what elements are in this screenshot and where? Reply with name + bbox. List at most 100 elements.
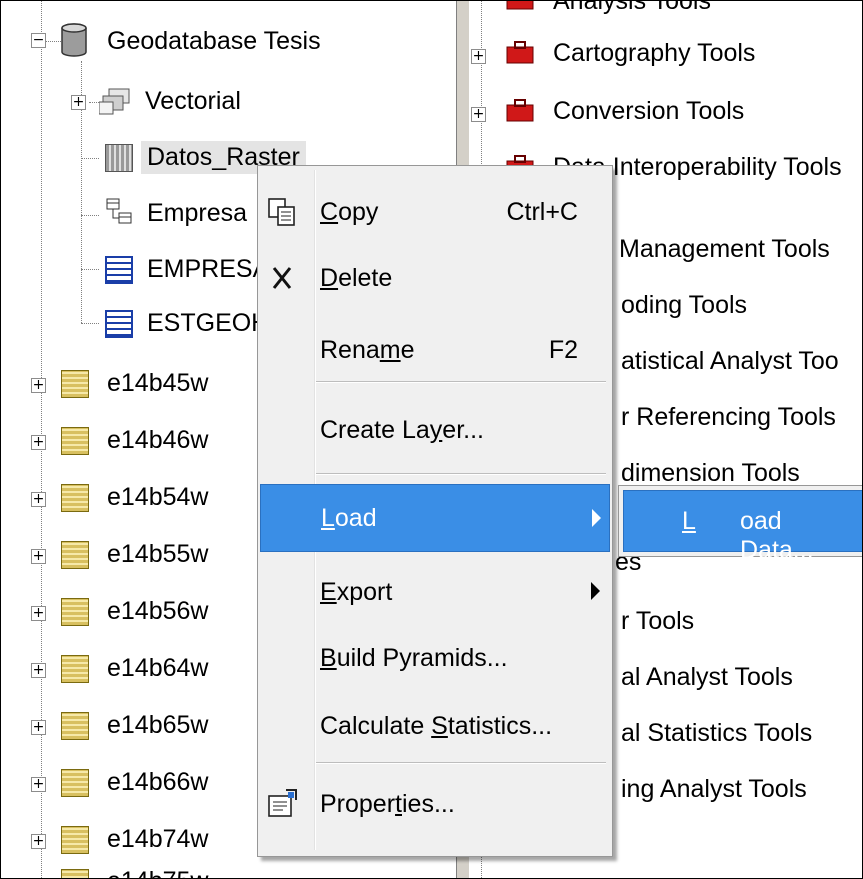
tree-item-raster[interactable]: e14b55w <box>101 532 214 576</box>
menu-item-properties[interactable]: Properties... <box>260 772 608 836</box>
properties-icon <box>268 789 297 817</box>
toolbox-item[interactable]: Analysis Tools <box>547 1 717 23</box>
toolbox-item[interactable]: oding Tools <box>615 283 753 327</box>
toolbox-icon <box>506 1 534 10</box>
toolbox-item-label: oding Tools <box>621 290 748 319</box>
tree-item-label: ESTGEOH <box>147 308 270 337</box>
menu-item-delete[interactable]: Delete <box>260 250 608 306</box>
menu-item-label: Export <box>320 577 393 606</box>
expand-toggle[interactable]: + <box>31 777 46 792</box>
toolbox-item-label: ing Analyst Tools <box>621 774 807 803</box>
toolbox-item[interactable]: atistical Analyst Too <box>615 339 845 383</box>
toolbox-item[interactable]: Conversion Tools <box>547 89 750 133</box>
tree-item-raster[interactable]: e14b45w <box>101 361 214 405</box>
menu-item-label: Rename <box>320 335 415 364</box>
raster-dataset-icon <box>61 869 89 878</box>
tree-item-estgeoh[interactable]: ESTGEOH <box>141 301 275 345</box>
menu-item-shortcut: Ctrl+C <box>506 197 578 226</box>
toolbox-icon <box>506 99 534 122</box>
table-icon <box>105 310 133 338</box>
menu-item-build-pyramids[interactable]: Build Pyramids... <box>260 630 608 686</box>
raster-dataset-icon <box>61 598 89 626</box>
toolbox-item[interactable]: Management Tools <box>613 227 836 271</box>
tree-item-raster[interactable]: e14b64w <box>101 646 214 690</box>
load-submenu: Load Data... <box>618 485 862 564</box>
toolbox-item-label: r Referencing Tools <box>621 402 836 431</box>
menu-item-export[interactable]: Export <box>260 564 608 620</box>
tree-item-label: e14b45w <box>107 368 209 397</box>
tree-item-label: Empresa <box>147 198 248 227</box>
tree-item-label: e14b66w <box>107 767 209 796</box>
menu-item-label: Create Layer... <box>320 415 484 444</box>
tree-item-raster[interactable]: e14b66w <box>101 760 214 804</box>
tree-item-raster[interactable]: e14b54w <box>101 475 214 519</box>
tree-item-label: Geodatabase Tesis <box>107 26 321 55</box>
toolbox-item[interactable]: ing Analyst Tools <box>615 767 813 811</box>
tree-item-empresa-table[interactable]: EMPRESA <box>141 247 275 291</box>
tree-guide-line <box>81 215 99 216</box>
toolbox-item[interactable]: r Referencing Tools <box>615 395 842 439</box>
menu-item-load-data[interactable]: Load Data... <box>623 490 862 564</box>
menu-item-shortcut: F2 <box>548 335 578 364</box>
tree-item-label: e14b56w <box>107 596 209 625</box>
tree-item-label: e14b55w <box>107 539 209 568</box>
tree-item-vectorial[interactable]: Vectorial <box>139 79 247 123</box>
delete-icon <box>272 267 292 289</box>
menu-item-rename[interactable]: Rename F2 <box>260 322 608 378</box>
tree-item-raster[interactable]: e14b65w <box>101 703 214 747</box>
raster-dataset-icon <box>61 655 89 683</box>
toolbox-item-label: Conversion Tools <box>553 96 745 125</box>
tree-item-raster[interactable]: e14b56w <box>101 589 214 633</box>
toolbox-item[interactable]: al Analyst Tools <box>615 655 799 699</box>
tree-item-raster[interactable]: e14b75w <box>101 859 214 879</box>
tree-guide-line <box>81 269 99 270</box>
toolbox-item[interactable]: al Statistics Tools <box>615 711 818 755</box>
raster-dataset-icon <box>61 541 89 569</box>
copy-icon <box>268 198 295 226</box>
tree-item-raster[interactable]: e14b74w <box>101 817 214 861</box>
toolbox-item[interactable]: r Tools <box>615 599 700 643</box>
toolbox-icon <box>506 41 534 64</box>
menu-item-load[interactable]: Load <box>260 484 610 552</box>
tree-guide-line <box>89 102 99 103</box>
relationship-class-icon <box>106 198 132 224</box>
toolbox-item-label: r Tools <box>621 606 695 635</box>
expand-toggle[interactable]: + <box>31 720 46 735</box>
expand-toggle[interactable]: + <box>31 606 46 621</box>
menu-item-label: Delete <box>320 263 393 292</box>
menu-item-label: Calculate Statistics... <box>320 711 553 740</box>
expand-toggle[interactable]: + <box>471 49 486 64</box>
tree-item-empresa[interactable]: Empresa <box>141 191 253 235</box>
tree-item-label: e14b74w <box>107 824 209 853</box>
toolbox-item[interactable]: Cartography Tools <box>547 31 761 75</box>
raster-dataset-icon <box>61 370 89 398</box>
expand-toggle[interactable]: + <box>31 549 46 564</box>
toolbox-item-label: Management Tools <box>619 234 830 263</box>
expand-toggle[interactable]: + <box>31 378 46 393</box>
menu-item-create-layer[interactable]: Create Layer... <box>260 402 608 458</box>
table-icon <box>105 256 133 284</box>
raster-dataset-icon <box>61 826 89 854</box>
tree-item-label: e14b54w <box>107 482 209 511</box>
tree-guide-line <box>81 323 99 324</box>
tree-guide-line <box>81 158 99 159</box>
expand-toggle[interactable]: + <box>31 492 46 507</box>
tree-item-raster[interactable]: e14b46w <box>101 418 214 462</box>
context-menu: Copy Ctrl+C Delete Rename F2 Create Laye… <box>257 165 613 857</box>
tree-item-geodatabase[interactable]: Geodatabase Tesis <box>101 19 327 63</box>
menu-item-label: Build Pyramids... <box>320 643 508 672</box>
menu-item-copy[interactable]: Copy Ctrl+C <box>260 184 608 240</box>
expand-toggle[interactable]: + <box>31 663 46 678</box>
menu-separator <box>316 381 606 383</box>
expand-toggle[interactable]: + <box>471 107 486 122</box>
menu-item-calculate-statistics[interactable]: Calculate Statistics... <box>260 698 608 754</box>
expand-toggle[interactable]: + <box>31 834 46 849</box>
feature-dataset-icon <box>99 88 130 115</box>
toolbox-item-label: al Statistics Tools <box>621 718 813 747</box>
tree-item-label: e14b64w <box>107 653 209 682</box>
expand-toggle[interactable]: + <box>31 435 46 450</box>
collapse-toggle[interactable]: − <box>31 33 46 48</box>
screenshot-frame: − Geodatabase Tesis + Vectorial Datos_Ra… <box>0 0 863 879</box>
expand-toggle[interactable]: + <box>71 95 86 110</box>
raster-dataset-icon <box>61 484 89 512</box>
